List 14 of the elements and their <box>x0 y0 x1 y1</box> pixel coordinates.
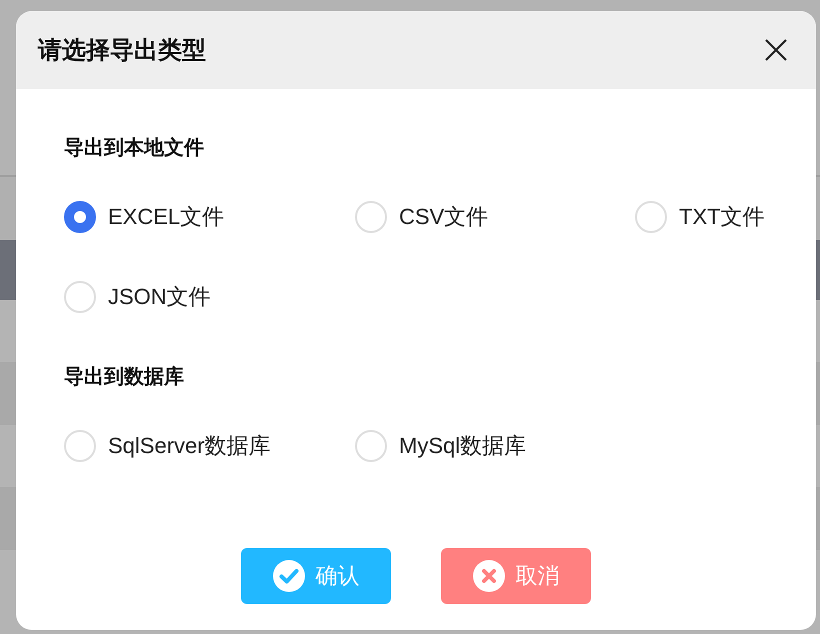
close-button[interactable] <box>764 38 788 62</box>
radio-option[interactable]: MySql数据库 <box>355 426 526 466</box>
radio-option[interactable]: JSON文件 <box>64 277 211 317</box>
close-icon <box>765 39 787 61</box>
radio-option[interactable]: SqlServer数据库 <box>64 426 271 466</box>
radio-option[interactable]: EXCEL文件 <box>64 197 224 237</box>
dialog-title: 请选择导出类型 <box>38 36 206 66</box>
section-title: 导出到数据库 <box>64 364 184 390</box>
radio-option[interactable]: CSV文件 <box>355 197 488 237</box>
cross-circle-icon <box>472 560 504 592</box>
radio-button[interactable] <box>64 201 96 233</box>
check-circle-icon <box>272 560 304 592</box>
radio-option[interactable]: TXT文件 <box>635 197 765 237</box>
section-title: 导出到本地文件 <box>64 136 204 161</box>
